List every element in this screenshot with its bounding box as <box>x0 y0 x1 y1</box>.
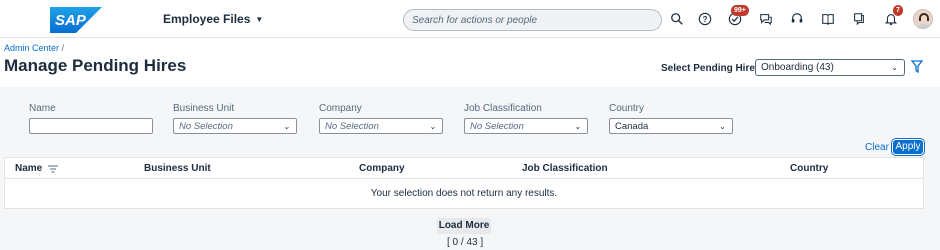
company-filter-select[interactable]: No Selection ⌄ <box>319 118 443 134</box>
chevron-down-icon: ⌄ <box>283 122 290 131</box>
column-header-company[interactable]: Company <box>359 163 405 174</box>
column-header-name-label: Name <box>15 163 43 174</box>
sap-logo[interactable]: SAP <box>50 7 102 33</box>
filter-icon[interactable] <box>911 60 923 74</box>
module-name: Employee Files <box>163 12 251 26</box>
shell-bar: SAP Employee Files ▼ Search for actions … <box>0 0 940 38</box>
results-counter: [ 0 / 43 ] <box>447 237 484 248</box>
country-filter-label: Country <box>609 103 645 114</box>
apply-button[interactable]: Apply <box>892 139 924 155</box>
search-icon[interactable] <box>669 11 685 27</box>
column-header-business-unit[interactable]: Business Unit <box>144 163 211 174</box>
search-placeholder: Search for actions or people <box>412 15 538 26</box>
header-divider <box>5 178 923 179</box>
help-icon[interactable]: ? <box>697 11 713 27</box>
chevron-down-icon: ⌄ <box>891 63 898 72</box>
page-header: Admin Center / Manage Pending Hires Sele… <box>0 38 940 87</box>
name-filter-label: Name <box>29 103 56 114</box>
company-filter-label: Company <box>319 103 362 114</box>
breadcrumb-admin-center[interactable]: Admin Center <box>4 43 59 53</box>
clear-button[interactable]: Clear <box>865 142 889 153</box>
svg-text:SAP: SAP <box>55 12 87 29</box>
column-header-name[interactable]: Name <box>15 163 59 174</box>
support-icon[interactable] <box>789 11 805 27</box>
todo-icon[interactable]: 99+ <box>727 5 749 27</box>
job-classification-filter-value: No Selection <box>470 121 524 132</box>
job-classification-filter-label: Job Classification <box>464 103 542 114</box>
empty-state-message: Your selection does not return any resul… <box>370 188 558 199</box>
business-unit-filter-label: Business Unit <box>173 103 235 114</box>
country-filter-select[interactable]: Canada ⌄ <box>609 118 733 134</box>
avatar[interactable] <box>913 9 933 29</box>
business-unit-filter-value: No Selection <box>179 121 233 132</box>
module-switcher[interactable]: Employee Files ▼ <box>163 12 263 26</box>
caret-down-icon: ▼ <box>255 14 264 24</box>
pending-hires-table: Name Business Unit Company Job Classific… <box>4 157 924 209</box>
svg-text:?: ? <box>703 15 708 24</box>
guide-icon[interactable] <box>820 11 836 27</box>
search-input[interactable]: Search for actions or people <box>403 9 662 31</box>
breadcrumb: Admin Center / <box>4 43 64 53</box>
notification-badge: 7 <box>893 5 903 16</box>
page-title: Manage Pending Hires <box>4 56 187 75</box>
company-filter-value: No Selection <box>325 121 379 132</box>
name-filter-input[interactable] <box>29 118 153 134</box>
sort-icon <box>48 165 59 172</box>
chevron-down-icon: ⌄ <box>574 122 581 131</box>
chevron-down-icon: ⌄ <box>719 122 726 131</box>
pending-hires-select-value: Onboarding (43) <box>761 62 834 73</box>
todo-badge: 99+ <box>731 5 749 16</box>
column-header-country[interactable]: Country <box>790 163 828 174</box>
breadcrumb-separator: / <box>61 43 65 53</box>
pending-hires-select[interactable]: Onboarding (43) ⌄ <box>755 59 905 76</box>
column-header-job-classification[interactable]: Job Classification <box>522 163 608 174</box>
load-more-button[interactable]: Load More <box>437 218 491 234</box>
feedback-icon[interactable] <box>758 11 774 27</box>
notes-icon[interactable] <box>851 11 867 27</box>
select-pending-hires-label: Select Pending Hires <box>661 63 761 74</box>
job-classification-filter-select[interactable]: No Selection ⌄ <box>464 118 588 134</box>
business-unit-filter-select[interactable]: No Selection ⌄ <box>173 118 297 134</box>
country-filter-value: Canada <box>615 121 649 132</box>
chevron-down-icon: ⌄ <box>429 122 436 131</box>
notification-icon[interactable]: 7 <box>883 5 903 27</box>
